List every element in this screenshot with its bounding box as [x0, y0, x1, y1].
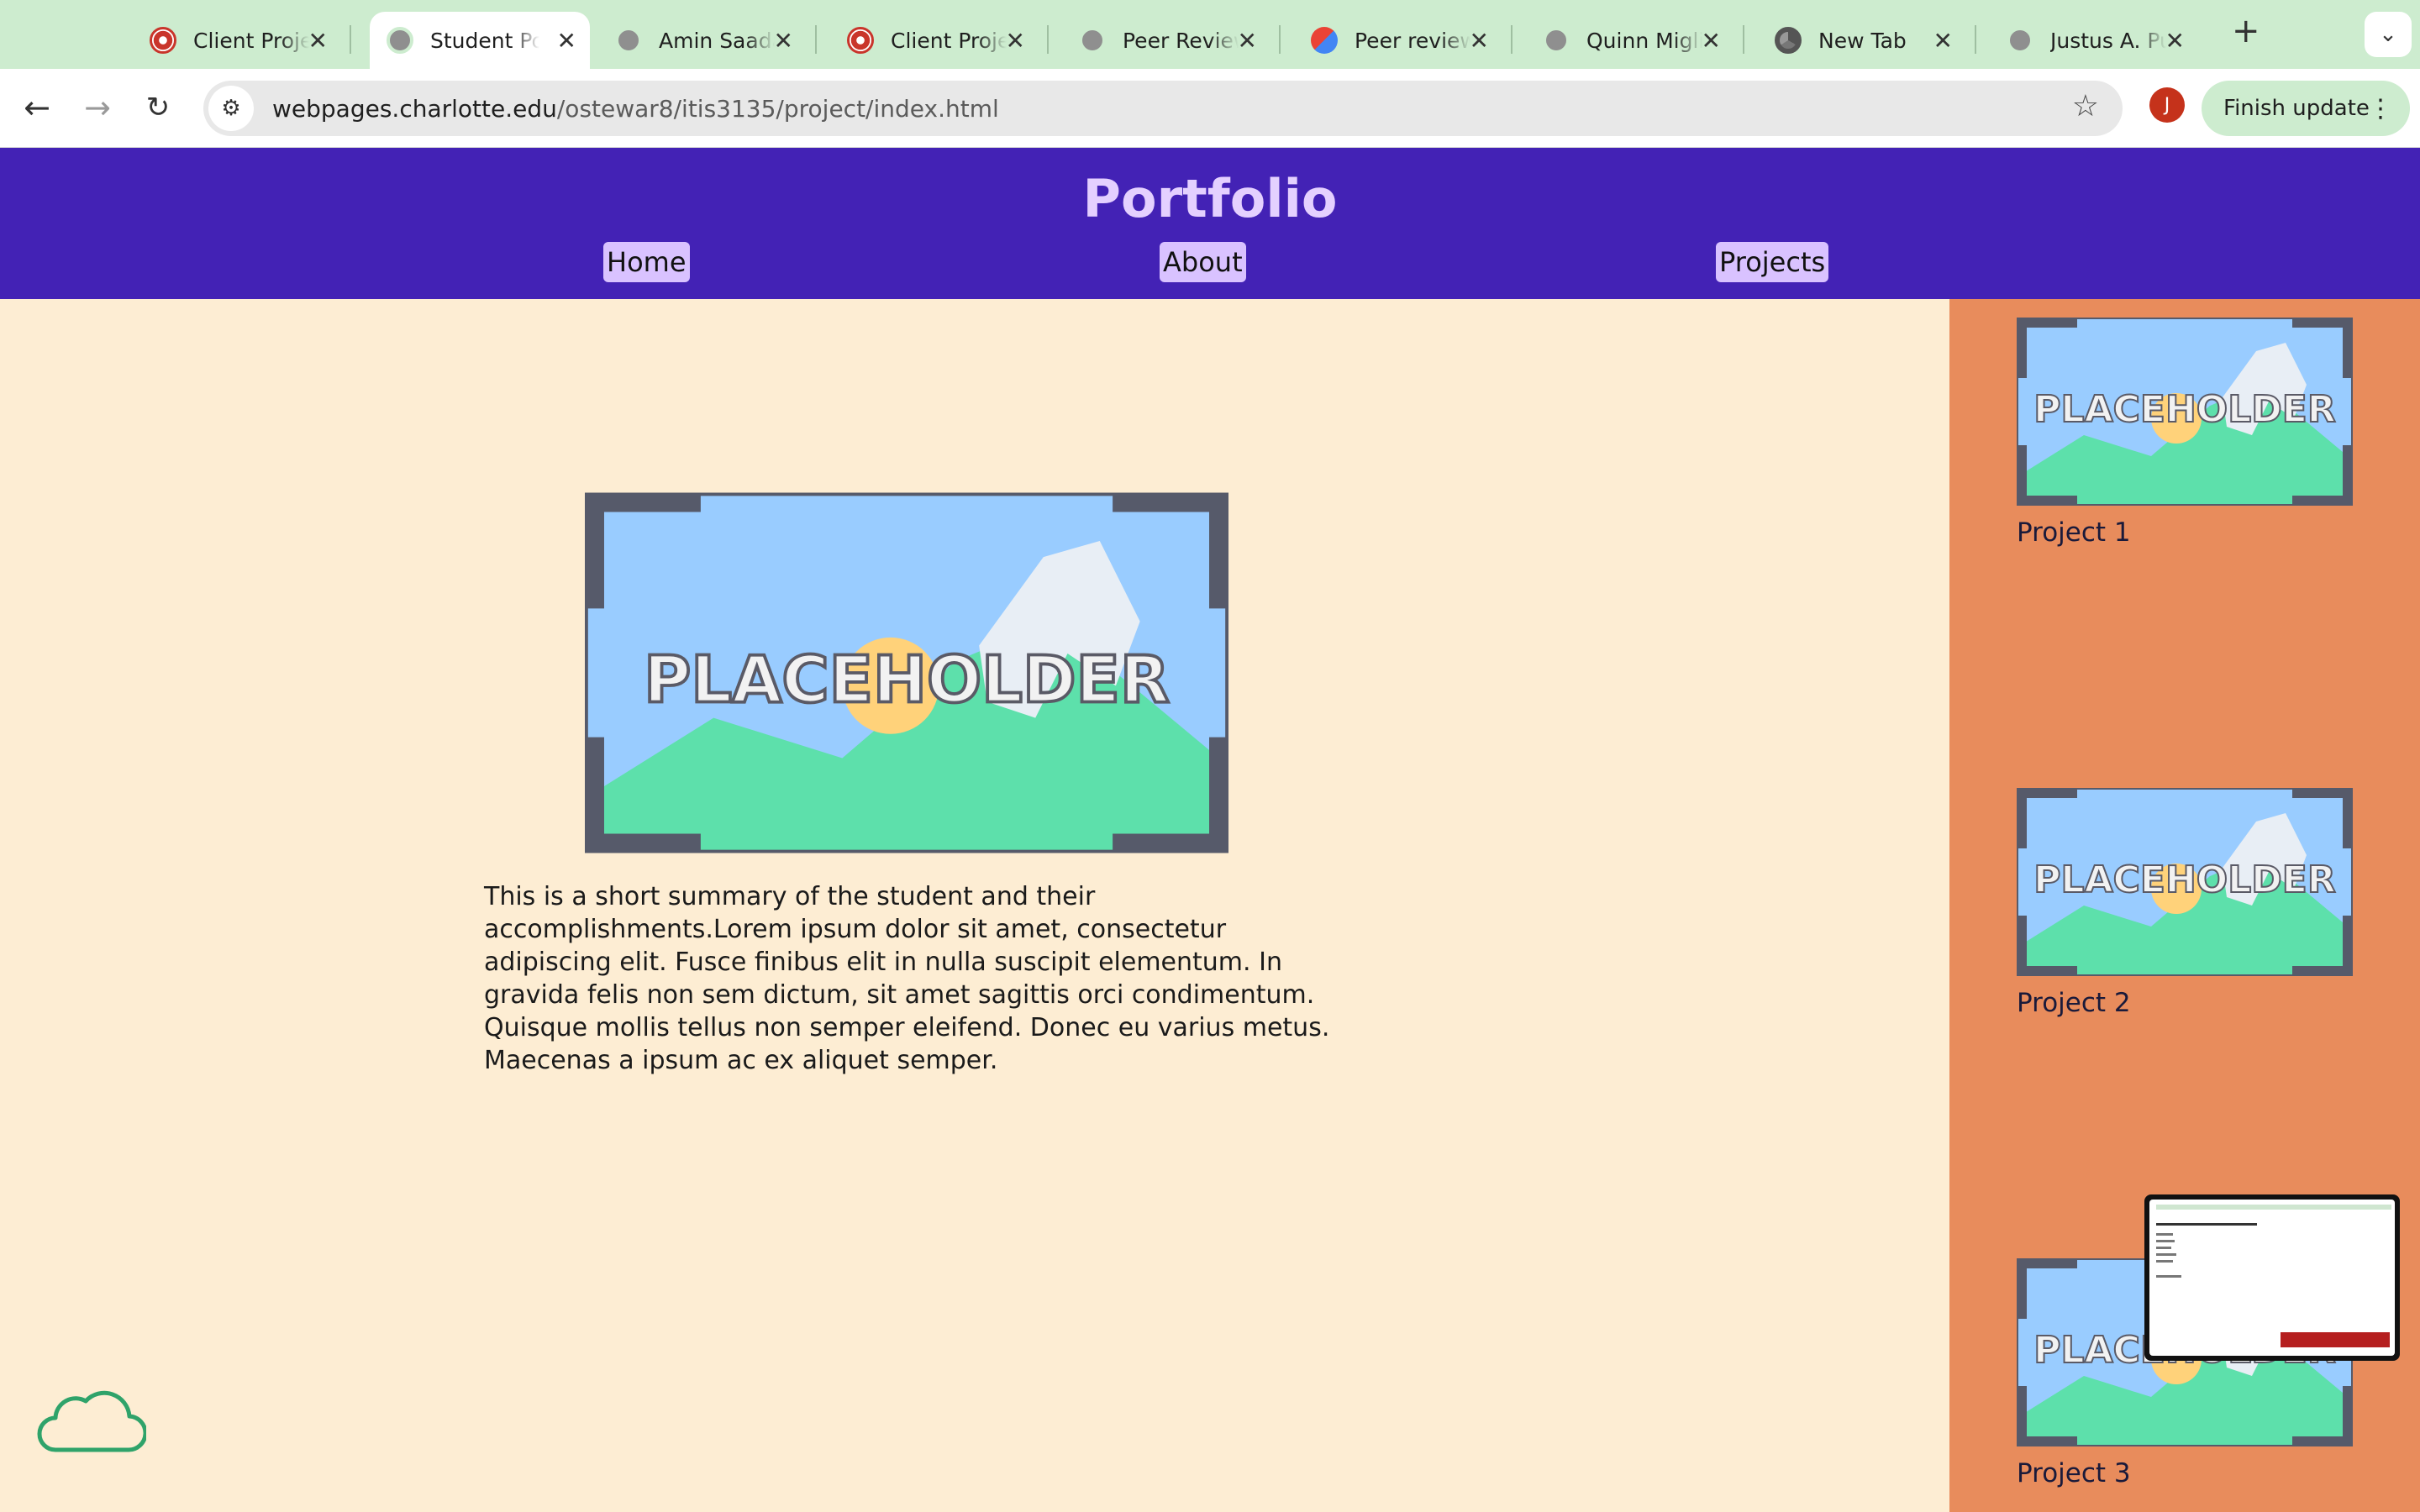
close-tab-icon[interactable]: ✕ — [774, 27, 793, 55]
pip-text-line — [2156, 1240, 2175, 1242]
tab-title: Justus A. Pu — [2050, 28, 2166, 53]
close-tab-icon[interactable]: ✕ — [1933, 27, 1953, 55]
close-tab-icon[interactable]: ✕ — [1702, 27, 1721, 55]
project-thumbnail[interactable]: PLACEHOLDER — [2017, 318, 2353, 506]
tab-title: Quinn Miglia — [1586, 28, 1702, 53]
globe-icon — [615, 27, 642, 54]
browser-tab[interactable]: New Tab ✕ — [1743, 12, 1976, 69]
tab-title: Amin Saadat — [659, 28, 775, 53]
browser-tab[interactable]: Peer Review ✕ — [1047, 12, 1281, 69]
globe-icon — [2007, 27, 2033, 54]
hero-placeholder-image: PLACEHOLDER — [585, 492, 1228, 853]
close-tab-icon[interactable]: ✕ — [1470, 27, 1489, 55]
url-path: /ostewar8/itis3135/project/index.html — [556, 94, 999, 123]
pip-tabbar — [2156, 1205, 2391, 1210]
finish-update-label: Finish update — [2223, 96, 2370, 121]
student-summary: This is a short summary of the student a… — [484, 882, 1330, 1075]
pip-text-line — [2156, 1233, 2173, 1236]
ucf-icon — [150, 27, 176, 54]
url-text[interactable]: webpages.charlotte.edu/ostewar8/itis3135… — [272, 95, 999, 123]
nav-home-link[interactable]: Home — [603, 242, 690, 282]
browser-tab[interactable]: Peer review ✕ — [1279, 12, 1512, 69]
close-tab-icon[interactable]: ✕ — [1238, 27, 1257, 55]
gmail-icon — [1311, 27, 1338, 54]
site-header: Portfolio Home About Projects — [0, 148, 2420, 299]
placeholder-label: PLACEHOLDER — [2033, 388, 2335, 431]
browser-tab-active[interactable]: Student Portfolio ✕ — [370, 12, 590, 69]
close-tab-icon[interactable]: ✕ — [308, 27, 328, 55]
pip-text-line — [2156, 1275, 2181, 1278]
browser-toolbar: ← → ↻ ⚙ webpages.charlotte.edu/ostewar8/… — [0, 69, 2420, 148]
tab-title: Peer review — [1355, 28, 1470, 53]
pip-heading — [2156, 1223, 2257, 1226]
reload-icon[interactable]: ↻ — [136, 86, 180, 129]
url-domain: webpages.charlotte.edu — [272, 94, 557, 123]
globe-icon — [1543, 27, 1570, 54]
menu-dots-icon[interactable]: ⋮ — [2368, 94, 2393, 123]
project-label[interactable]: Project 1 — [2017, 517, 2353, 548]
picture-in-picture-window[interactable] — [2144, 1194, 2400, 1361]
address-bar[interactable]: ⚙ webpages.charlotte.edu/ostewar8/itis31… — [203, 81, 2123, 136]
tab-strip: Client Project ✕ Student Portfolio ✕ Ami… — [0, 0, 2420, 69]
placeholder-label: PLACEHOLDER — [644, 643, 1170, 717]
project-thumbnail[interactable]: PLACEHOLDER — [2017, 788, 2353, 976]
ucf-icon — [847, 27, 874, 54]
tab-title: Peer Review — [1123, 28, 1239, 53]
back-arrow-icon[interactable]: ← — [15, 86, 59, 129]
browser-tab[interactable]: Justus A. Pu ✕ — [1975, 12, 2207, 69]
site-settings-icon[interactable]: ⚙ — [208, 86, 254, 131]
browser-tab[interactable]: Amin Saadat ✕ — [583, 12, 817, 69]
tab-search-button[interactable]: ⌄ — [2365, 12, 2412, 57]
globe-icon — [387, 27, 413, 54]
bookmark-star-icon[interactable]: ☆ — [2072, 89, 2099, 123]
tab-title: Student Portfolio — [430, 28, 539, 53]
cloud-icon[interactable] — [37, 1383, 146, 1455]
browser-tab[interactable]: Quinn Miglia ✕ — [1511, 12, 1744, 69]
profile-avatar[interactable]: J — [2149, 87, 2185, 123]
new-tab-button[interactable]: + — [2232, 12, 2260, 50]
tab-title: Client Project — [891, 28, 1007, 53]
page-title: Portfolio — [1082, 168, 1338, 229]
project-label[interactable]: Project 3 — [2017, 1458, 2353, 1488]
tab-title: Client Project — [193, 28, 309, 53]
project-card[interactable]: PLACEHOLDER Project 2 — [2017, 788, 2353, 1018]
forward-arrow-icon[interactable]: → — [76, 86, 119, 129]
pip-preview — [2149, 1200, 2395, 1356]
pip-text-line — [2156, 1253, 2176, 1256]
browser-tab[interactable]: Client Project ✕ — [118, 12, 351, 69]
nav-projects-link[interactable]: Projects — [1716, 242, 1829, 282]
tab-separator — [350, 25, 351, 54]
close-tab-icon[interactable]: ✕ — [1006, 27, 1025, 55]
project-card[interactable]: PLACEHOLDER Project 1 — [2017, 318, 2353, 548]
nav-about-link[interactable]: About — [1160, 242, 1246, 282]
chrome-icon — [1775, 27, 1802, 54]
pip-text-line — [2156, 1247, 2171, 1249]
globe-icon — [1079, 27, 1106, 54]
finish-update-button[interactable]: Finish update ⋮ — [2202, 81, 2410, 136]
project-label[interactable]: Project 2 — [2017, 988, 2353, 1018]
placeholder-label: PLACEHOLDER — [2033, 858, 2335, 901]
pip-red-banner — [2281, 1332, 2390, 1347]
close-tab-icon[interactable]: ✕ — [557, 27, 576, 55]
pip-text-line — [2156, 1260, 2173, 1263]
tab-title: New Tab — [1818, 28, 1907, 53]
browser-tab[interactable]: Client Project ✕ — [815, 12, 1049, 69]
close-tab-icon[interactable]: ✕ — [2165, 27, 2185, 55]
